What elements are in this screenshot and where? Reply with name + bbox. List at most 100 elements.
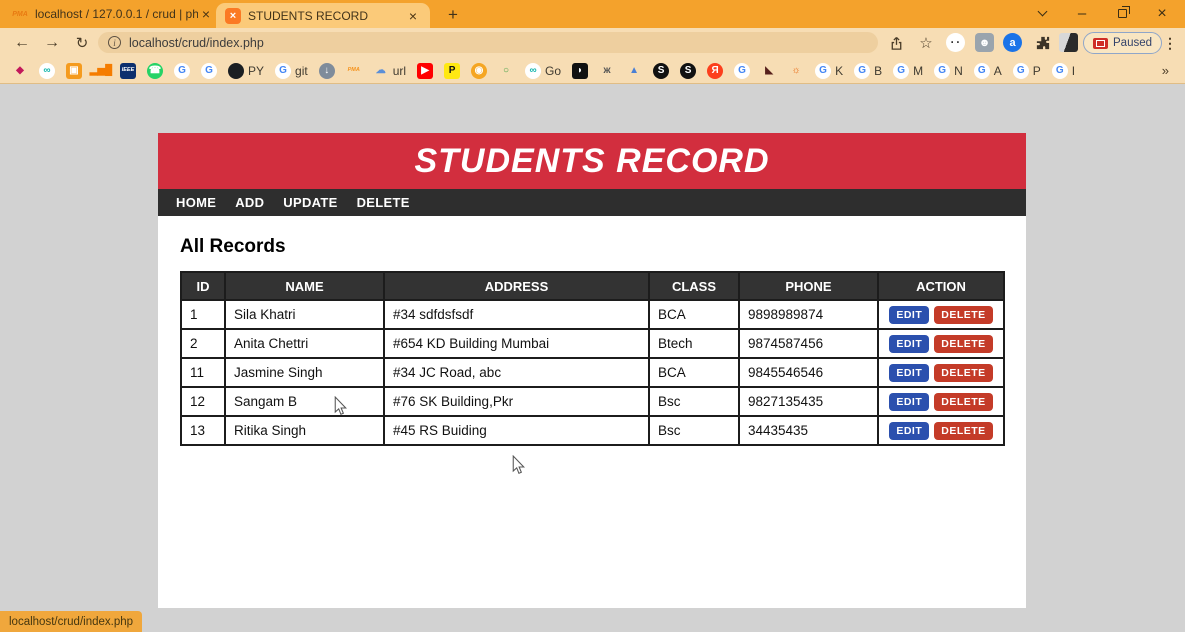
app-container: STUDENTS RECORD HOME ADD UPDATE DELETE All … <box>158 133 1026 608</box>
bookmark-diamond[interactable]: ◆ <box>12 63 28 79</box>
person-extension-icon[interactable]: ☻ <box>975 33 994 52</box>
tab-students-record[interactable]: × STUDENTS RECORD × <box>216 3 430 28</box>
bookmark-phpmyadmin[interactable]: PMA <box>346 63 362 79</box>
table-row: 12Sangam B#76 SK Building,PkrBsc98271354… <box>181 387 1004 416</box>
edit-button[interactable]: EDIT <box>889 364 929 382</box>
bookmark-google-m-icon: G <box>893 63 909 79</box>
bookmark-ieee[interactable]: IEEE <box>120 63 136 79</box>
delete-button[interactable]: DELETE <box>934 364 992 382</box>
bookmark-analytics[interactable]: ▂▅█ <box>93 63 109 79</box>
new-tab-button[interactable]: + <box>442 4 464 26</box>
cell-address: #34 sdfdsfsdf <box>384 300 649 329</box>
bookmark-s1[interactable]: S <box>653 63 669 79</box>
bookmark-cloud-url[interactable]: ☁url <box>373 63 406 79</box>
tab-close-icon[interactable]: × <box>405 8 421 24</box>
bookmark-google-git[interactable]: Ggit <box>275 63 308 79</box>
bookmark-ring[interactable]: ○ <box>498 63 514 79</box>
bookmark-bird[interactable]: ◗ <box>572 63 588 79</box>
bookmark-google-1[interactable]: G <box>174 63 190 79</box>
back-button[interactable]: ← <box>10 31 34 55</box>
bookmark-s2[interactable]: S <box>680 63 696 79</box>
cell-action: EDIT DELETE <box>878 358 1004 387</box>
column-header-name: NAME <box>225 272 384 300</box>
bookmark-label: B <box>874 64 882 78</box>
bookmark-google-1-icon: G <box>174 63 190 79</box>
app-header: STUDENTS RECORD <box>158 133 1026 189</box>
tab-title: localhost / 127.0.0.1 / crud | phpM <box>35 7 198 21</box>
cell-id: 2 <box>181 329 225 358</box>
cell-action: EDIT DELETE <box>878 300 1004 329</box>
bookmark-p-icon: P <box>444 63 460 79</box>
panda-extension-icon[interactable]: • • <box>946 33 965 52</box>
bookmark-star-button[interactable]: ☆ <box>914 31 938 55</box>
content-area: All Records IDNAMEADDRESSCLASSPHONEACTIO… <box>158 216 1026 446</box>
edit-button[interactable]: EDIT <box>889 306 929 324</box>
window-minimize-button[interactable]: – <box>1067 0 1097 27</box>
browser-menu-button[interactable]: ⋮ <box>1158 31 1182 55</box>
bookmark-eye[interactable]: ☼ <box>788 63 804 79</box>
bookmark-dark-bird[interactable]: ◣ <box>761 63 777 79</box>
bookmark-github-py[interactable]: PY <box>228 63 264 79</box>
site-info-icon[interactable]: i <box>108 36 121 49</box>
tab-search-chevron-icon[interactable] <box>1027 0 1057 27</box>
tab-close-icon[interactable]: × <box>198 6 214 22</box>
window-close-button[interactable]: × <box>1147 0 1177 27</box>
bookmark-ieee-icon: IEEE <box>120 63 136 79</box>
window-restore-button[interactable] <box>1107 0 1137 27</box>
bookmark-mountains[interactable]: ▲ <box>626 63 642 79</box>
cell-phone: 34435435 <box>739 416 878 445</box>
bookmark-google-b[interactable]: GB <box>854 63 882 79</box>
tab-phpmyadmin[interactable]: PMA localhost / 127.0.0.1 / crud | phpM … <box>12 2 214 26</box>
paused-label: Paused <box>1113 37 1152 49</box>
bookmark-person[interactable]: ж <box>599 63 615 79</box>
bookmark-p[interactable]: P <box>444 63 460 79</box>
bookmark-download[interactable]: ↓ <box>319 63 335 79</box>
delete-button[interactable]: DELETE <box>934 422 992 440</box>
bookmark-whatsapp[interactable]: ☎ <box>147 63 163 79</box>
bookmark-yandex[interactable]: Я <box>707 63 723 79</box>
delete-button[interactable]: DELETE <box>934 306 992 324</box>
status-bar-url: localhost/crud/index.php <box>0 611 142 632</box>
address-bar[interactable]: i localhost/crud/index.php <box>98 32 878 53</box>
a-extension-icon[interactable]: a <box>1003 33 1022 52</box>
delete-button[interactable]: DELETE <box>934 335 992 353</box>
nav-link-delete[interactable]: DELETE <box>357 195 410 210</box>
profile-avatar[interactable] <box>1059 33 1078 52</box>
nav-link-home[interactable]: HOME <box>176 195 216 210</box>
bookmark-camera[interactable]: ◉ <box>471 63 487 79</box>
table-row: 2Anita Chettri#654 KD Building MumbaiBte… <box>181 329 1004 358</box>
bookmark-google-p[interactable]: GP <box>1013 63 1041 79</box>
extensions-puzzle-button[interactable] <box>1031 31 1055 55</box>
download-paused-button[interactable]: Paused <box>1083 32 1162 54</box>
bookmarks-overflow-chevron[interactable]: » <box>1162 63 1169 78</box>
bookmark-google-m[interactable]: GM <box>893 63 923 79</box>
delete-button[interactable]: DELETE <box>934 393 992 411</box>
table-body: 1Sila Khatri#34 sdfdsfsdfBCA9898989874ED… <box>181 300 1004 445</box>
share-button[interactable] <box>884 31 908 55</box>
bookmark-google-3[interactable]: G <box>734 63 750 79</box>
bookmark-diamond-icon: ◆ <box>12 63 28 79</box>
page-title: STUDENTS RECORD <box>414 142 769 181</box>
bookmark-google-3-icon: G <box>734 63 750 79</box>
edit-button[interactable]: EDIT <box>889 422 929 440</box>
reload-button[interactable]: ↻ <box>70 31 94 55</box>
bookmark-google-n[interactable]: GN <box>934 63 963 79</box>
bookmark-capture[interactable]: ▣ <box>66 63 82 79</box>
edit-button[interactable]: EDIT <box>889 393 929 411</box>
bookmark-godaddy[interactable]: ∞ <box>39 63 55 79</box>
bookmark-label: PY <box>248 64 264 78</box>
bookmark-youtube[interactable]: ▶ <box>417 63 433 79</box>
nav-link-add[interactable]: ADD <box>235 195 264 210</box>
bookmark-google-k[interactable]: GK <box>815 63 843 79</box>
nav-link-update[interactable]: UPDATE <box>283 195 337 210</box>
bookmark-google-i[interactable]: GI <box>1052 63 1075 79</box>
bookmark-google-a[interactable]: GA <box>974 63 1002 79</box>
bookmark-github-py-icon <box>228 63 244 79</box>
bookmark-godaddy-go[interactable]: ∞Go <box>525 63 561 79</box>
edit-button[interactable]: EDIT <box>889 335 929 353</box>
forward-button[interactable]: → <box>40 31 64 55</box>
records-table: IDNAMEADDRESSCLASSPHONEACTION 1Sila Khat… <box>180 271 1005 446</box>
xampp-favicon-icon: × <box>225 8 241 24</box>
bookmark-google-2[interactable]: G <box>201 63 217 79</box>
bookmark-person-icon: ж <box>599 63 615 79</box>
